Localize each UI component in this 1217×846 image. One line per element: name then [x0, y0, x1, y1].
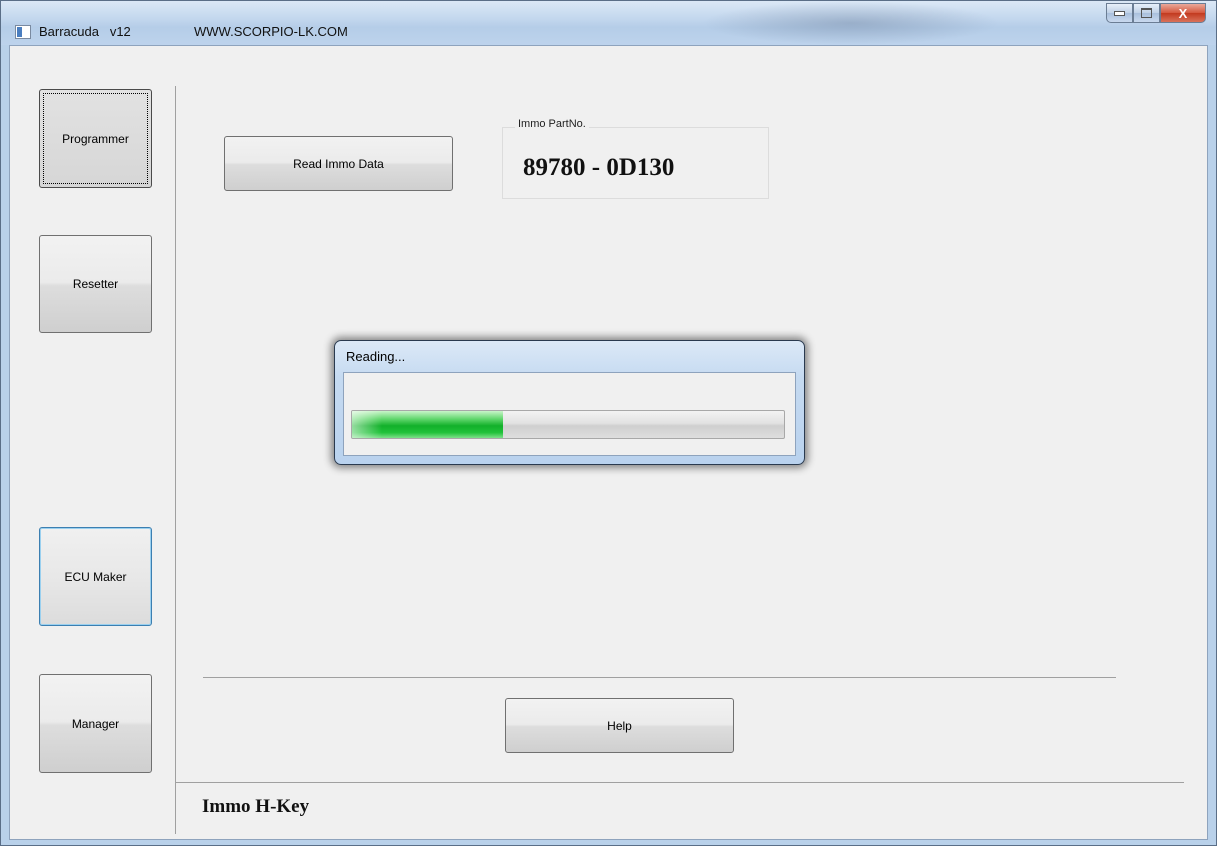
dialog-body [343, 372, 796, 456]
minimize-icon [1114, 10, 1125, 16]
read-immo-data-button[interactable]: Read Immo Data [224, 136, 453, 191]
footer-title: Immo H-Key [202, 796, 310, 817]
window-website: WWW.SCORPIO-LK.COM [194, 24, 348, 39]
help-button-label: Help [607, 718, 632, 733]
immo-part-number: 89780 - 0D130 [523, 154, 675, 181]
sidebar-divider [175, 86, 176, 834]
resetter-button-label: Resetter [72, 277, 119, 291]
dialog-title: Reading... [346, 349, 406, 364]
programmer-button[interactable]: Programmer [39, 89, 152, 188]
resetter-button[interactable]: Resetter [39, 235, 152, 333]
maximize-icon [1141, 8, 1152, 18]
footer-divider [176, 782, 1184, 783]
maximize-button[interactable] [1133, 3, 1160, 23]
read-immo-data-label: Read Immo Data [293, 156, 384, 171]
reading-dialog[interactable]: Reading... [334, 340, 805, 465]
caption-buttons: X [1106, 3, 1206, 25]
title-bar[interactable]: Barracuda v12 WWW.SCORPIO-LK.COM X [1, 1, 1216, 45]
minimize-button[interactable] [1106, 3, 1133, 23]
ecu-maker-button[interactable]: ECU Maker [39, 527, 152, 626]
window-title: Barracuda v12 [39, 24, 131, 39]
immo-partno-label: Immo PartNo. [515, 118, 589, 130]
programmer-button-label: Programmer [62, 131, 129, 146]
progress-bar [351, 410, 785, 439]
help-button[interactable]: Help [505, 698, 734, 753]
close-icon: X [1178, 5, 1188, 21]
title-bar-glow [701, 1, 1001, 45]
app-window: Barracuda v12 WWW.SCORPIO-LK.COM X Progr… [0, 0, 1217, 846]
main-divider [203, 677, 1116, 678]
app-icon[interactable] [15, 25, 31, 39]
manager-button-label: Manager [71, 716, 120, 731]
progress-fill [352, 411, 504, 438]
manager-button[interactable]: Manager [39, 674, 152, 773]
ecu-maker-button-label: ECU Maker [64, 569, 127, 584]
close-button[interactable]: X [1160, 3, 1206, 23]
